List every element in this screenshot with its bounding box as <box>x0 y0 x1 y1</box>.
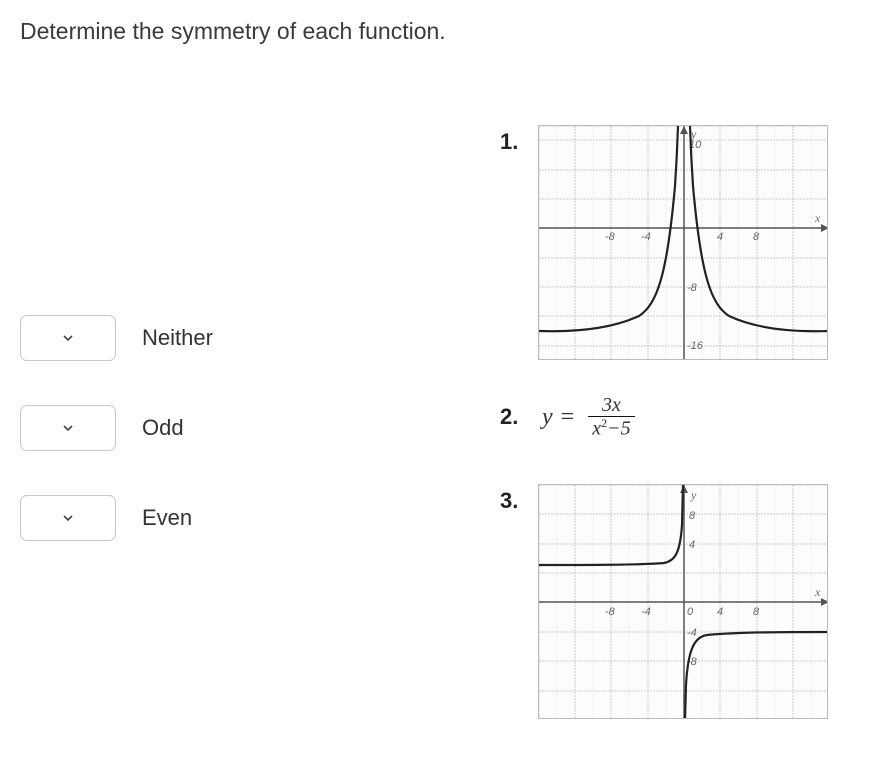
problem-1: 1. <box>500 125 864 360</box>
graph-3: -8 -4 0 4 8 8 4 -4 -8 x y <box>538 484 828 719</box>
problems-column: 1. <box>500 125 864 753</box>
g1-x-letter: x <box>814 211 821 225</box>
fraction-denominator: x2−5 <box>588 417 634 440</box>
answer-label-1: Neither <box>142 325 213 351</box>
graph-1: -8 -4 4 8 10 -8 -16 x y <box>538 125 828 360</box>
g1-xtick-p4: 4 <box>717 231 723 243</box>
page-title: Determine the symmetry of each function. <box>20 18 864 45</box>
formula-lhs: y <box>542 404 553 431</box>
content-area: Neither Odd Even 1. <box>20 125 864 753</box>
g3-ytick-p4: 4 <box>689 539 695 551</box>
problem-number-2: 2. <box>500 404 538 430</box>
g3-ytick-p8: 8 <box>689 510 696 522</box>
answers-column: Neither Odd Even <box>20 125 500 753</box>
g3-xtick-n4: -4 <box>641 606 651 618</box>
g3-xtick-p8: 8 <box>753 606 760 618</box>
chevron-down-icon <box>62 512 74 524</box>
problem-number-1: 1. <box>500 129 538 155</box>
dropdown-3[interactable] <box>20 495 116 541</box>
g1-xtick-p8: 8 <box>753 231 760 243</box>
answer-row-3: Even <box>20 495 500 541</box>
g1-ytick-n16: -16 <box>687 340 704 352</box>
problem-2: 2. y = 3x x2−5 <box>500 394 864 440</box>
formula-2: y = 3x x2−5 <box>538 394 635 440</box>
answer-row-2: Odd <box>20 405 500 451</box>
g3-x-letter: x <box>814 585 821 599</box>
formula-fraction: 3x x2−5 <box>588 394 634 440</box>
dropdown-1[interactable] <box>20 315 116 361</box>
g3-xtick-p4: 4 <box>717 606 723 618</box>
problem-3: 3. <box>500 484 864 719</box>
g3-xtick-n8: -8 <box>605 606 616 618</box>
g3-ytick-n4: -4 <box>687 627 697 639</box>
g1-xtick-n4: -4 <box>641 231 651 243</box>
g3-xtick-0: 0 <box>687 606 694 618</box>
formula-eq: = <box>561 404 575 431</box>
g1-ytick-n8: -8 <box>687 282 698 294</box>
answer-label-3: Even <box>142 505 192 531</box>
answer-label-2: Odd <box>142 415 184 441</box>
fraction-numerator: 3x <box>598 394 625 416</box>
chevron-down-icon <box>62 422 74 434</box>
problem-number-3: 3. <box>500 488 538 514</box>
answer-row-1: Neither <box>20 315 500 361</box>
chevron-down-icon <box>62 332 74 344</box>
g3-y-letter: y <box>690 488 697 502</box>
dropdown-2[interactable] <box>20 405 116 451</box>
g1-xtick-n8: -8 <box>605 231 616 243</box>
